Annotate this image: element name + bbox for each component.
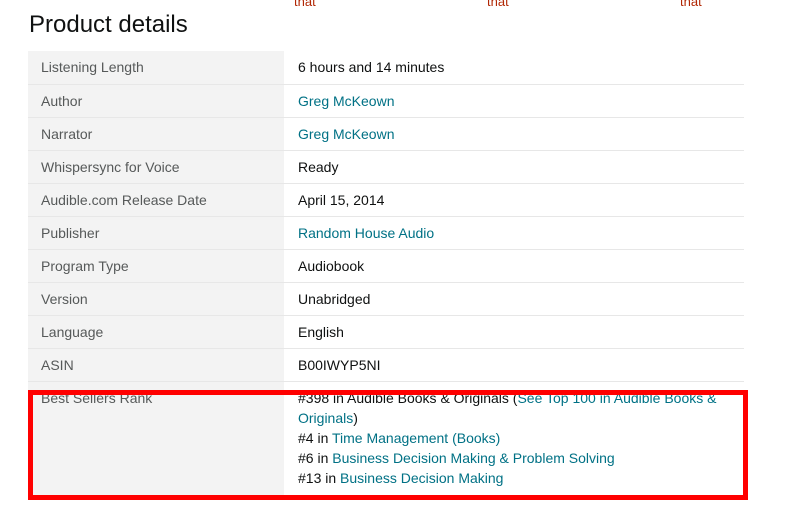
product-details-page: that that that Product details Listening…: [0, 0, 785, 513]
detail-row-narrator: Narrator Greg McKeown: [28, 117, 744, 150]
page-title: Product details: [29, 11, 188, 38]
detail-label: Narrator: [28, 117, 284, 150]
detail-label: Language: [28, 315, 284, 348]
detail-label: Whispersync for Voice: [28, 150, 284, 183]
cutoff-fragment: that: [487, 0, 509, 9]
rank-text: #4 in: [298, 429, 332, 446]
rank-text: #13 in: [298, 469, 341, 486]
rank-text: #6 in: [298, 449, 333, 466]
rank-entry: #6 in Business Decision Making & Problem…: [298, 448, 730, 468]
category-link-time-management[interactable]: Time Management (Books): [332, 430, 500, 446]
category-link-decision-problem-solving[interactable]: Business Decision Making & Problem Solvi…: [332, 450, 614, 466]
rank-entry: #4 in Time Management (Books): [298, 428, 730, 448]
publisher-link[interactable]: Random House Audio: [298, 225, 434, 241]
detail-label: Audible.com Release Date: [28, 183, 284, 216]
detail-value: April 15, 2014: [298, 191, 385, 208]
detail-label: ASIN: [28, 348, 284, 381]
detail-row-whispersync: Whispersync for Voice Ready: [28, 150, 744, 183]
detail-row-best-sellers-rank: Best Sellers Rank #398 in Audible Books …: [28, 381, 744, 500]
top-cutoff-text: that that that: [0, 0, 785, 9]
detail-row-listening-length: Listening Length 6 hours and 14 minutes: [28, 51, 744, 84]
detail-label: Program Type: [28, 249, 284, 282]
detail-row-author: Author Greg McKeown: [28, 84, 744, 117]
rank-text: ): [353, 409, 358, 426]
detail-value: 6 hours and 14 minutes: [298, 59, 445, 76]
detail-value: B00IWYP5NI: [298, 356, 381, 373]
detail-value: Unabridged: [298, 290, 371, 307]
detail-value: Audiobook: [298, 257, 365, 274]
detail-row-asin: ASIN B00IWYP5NI: [28, 348, 744, 381]
detail-value: English: [298, 323, 344, 340]
detail-label: Best Sellers Rank: [28, 381, 284, 500]
cutoff-fragment: that: [680, 0, 702, 9]
rank-entry: #13 in Business Decision Making: [298, 468, 730, 488]
detail-row-version: Version Unabridged: [28, 282, 744, 315]
cutoff-fragment: that: [294, 0, 316, 9]
author-link[interactable]: Greg McKeown: [298, 93, 394, 109]
category-link-decision-making[interactable]: Business Decision Making: [340, 470, 503, 486]
best-sellers-rank-list: #398 in Audible Books & Originals (See T…: [284, 381, 744, 500]
detail-row-release-date: Audible.com Release Date April 15, 2014: [28, 183, 744, 216]
detail-row-publisher: Publisher Random House Audio: [28, 216, 744, 249]
detail-label: Author: [28, 84, 284, 117]
detail-label: Listening Length: [28, 51, 284, 84]
detail-row-program-type: Program Type Audiobook: [28, 249, 744, 282]
rank-entry: #398 in Audible Books & Originals (See T…: [298, 388, 730, 428]
product-details-table: Listening Length 6 hours and 14 minutes …: [28, 51, 744, 500]
rank-text: #398 in Audible Books & Originals (: [298, 389, 518, 406]
detail-row-language: Language English: [28, 315, 744, 348]
detail-label: Publisher: [28, 216, 284, 249]
detail-value: Ready: [298, 158, 339, 175]
narrator-link[interactable]: Greg McKeown: [298, 126, 394, 142]
detail-label: Version: [28, 282, 284, 315]
